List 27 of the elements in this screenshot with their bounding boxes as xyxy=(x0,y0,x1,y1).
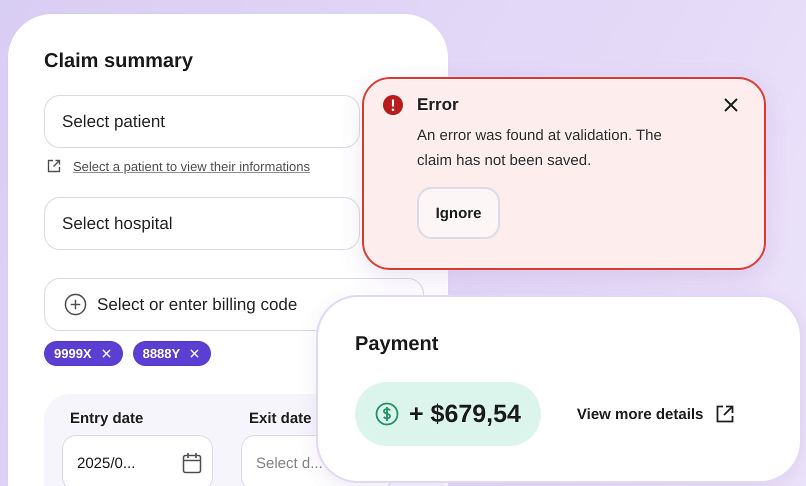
date-label: Entry date xyxy=(69,410,144,427)
date-input[interactable]: Select d... xyxy=(256,454,381,472)
payment-title: Payment xyxy=(355,333,440,356)
remove-icon[interactable] xyxy=(190,349,200,358)
date-label: Exit date xyxy=(248,410,313,427)
amount-text: + $679,54 xyxy=(409,400,521,428)
billing-code-chip[interactable]: 8888Y xyxy=(132,341,212,366)
card-title: Claim summary xyxy=(44,50,194,73)
alert-message: An error was found at validation. The claim has not been saved. xyxy=(417,126,663,171)
close-button[interactable] xyxy=(724,98,738,112)
date-field[interactable]: 2025/0... xyxy=(62,435,213,486)
ignore-button[interactable]: Ignore xyxy=(417,187,500,239)
date-input[interactable]: 2025/0... xyxy=(77,454,176,472)
patient-info-link[interactable]: Select a patient to view their informations xyxy=(73,158,310,174)
external-link-icon xyxy=(47,159,61,173)
add-icon xyxy=(64,293,87,316)
alert-title: Error xyxy=(417,95,460,115)
error-icon xyxy=(383,95,403,115)
calendar-icon xyxy=(182,452,202,474)
external-link-icon xyxy=(715,404,736,424)
dollar-icon xyxy=(375,402,399,426)
billing-code-input[interactable]: Select or enter billing code xyxy=(97,294,406,314)
view-details-link[interactable]: View more details xyxy=(576,404,736,424)
remove-icon[interactable] xyxy=(102,349,111,358)
hospital-select-field[interactable]: Select hospital xyxy=(44,197,360,250)
billing-code-chip[interactable]: 9999X xyxy=(44,341,123,366)
patient-select-field[interactable]: Select patient xyxy=(44,95,360,148)
